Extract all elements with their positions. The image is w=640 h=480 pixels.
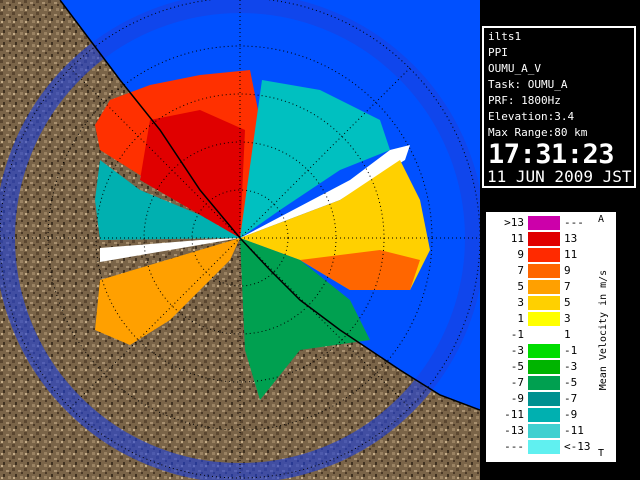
legend-color-swatch	[528, 360, 560, 374]
elevation-value: Elevation:3.4	[488, 110, 575, 123]
legend-color-swatch	[528, 392, 560, 406]
legend-upper-bound: -1	[564, 344, 578, 357]
legend-color-swatch	[528, 216, 560, 230]
legend-upper-bound: ---	[564, 216, 584, 229]
legend-upper-bound: -3	[564, 360, 578, 373]
legend-color-swatch	[528, 440, 560, 454]
legend-corner-bottom: T	[598, 448, 605, 459]
radar-ppi-display	[0, 0, 480, 480]
legend-upper-bound: 9	[564, 264, 571, 277]
legend-color-swatch	[528, 344, 560, 358]
legend-corner-top: A	[598, 214, 605, 225]
legend-lower-bound: -3	[510, 344, 524, 357]
legend-color-swatch	[528, 280, 560, 294]
legend-upper-bound: 7	[564, 280, 571, 293]
info-panel: ilts1 PPI OUMU_A_V Task: OUMU_A PRF: 180…	[480, 0, 640, 480]
legend-color-swatch	[528, 264, 560, 278]
prf-value: PRF: 1800Hz	[488, 94, 561, 107]
scan-info-box: ilts1 PPI OUMU_A_V Task: OUMU_A PRF: 180…	[482, 26, 636, 188]
legend-lower-bound: -7	[510, 376, 524, 389]
legend-lower-bound: 9	[517, 248, 524, 261]
legend-color-swatch	[528, 248, 560, 262]
legend-lower-bound: 11	[510, 232, 524, 245]
legend-upper-bound: 5	[564, 296, 571, 309]
legend-color-swatch	[528, 424, 560, 438]
scan-type: PPI	[488, 46, 508, 59]
scan-time: 17:31:23	[488, 139, 615, 170]
legend-lower-bound: -11	[504, 408, 524, 421]
legend-color-swatch	[528, 232, 560, 246]
legend-color-swatch	[528, 408, 560, 422]
velocity-legend: A >13 --- 11 13 9 11 7 9 5 7 3 5 1 3 -1 1 -3 -1 -5 -3 -7 -5 -9…	[484, 210, 618, 464]
legend-upper-bound: 1	[564, 328, 571, 341]
legend-lower-bound: 5	[517, 280, 524, 293]
legend-title-wrap: Mean Velocity in m/s	[594, 236, 614, 436]
legend-color-swatch	[528, 312, 560, 326]
product-name: OUMU_A_V	[488, 62, 541, 75]
legend-lower-bound: -9	[510, 392, 524, 405]
legend-color-swatch	[528, 376, 560, 390]
task-name: Task: OUMU_A	[488, 78, 568, 91]
legend-lower-bound: ---	[504, 440, 524, 453]
legend-upper-bound: <-13	[564, 440, 591, 453]
legend-upper-bound: 3	[564, 312, 571, 325]
site-name: ilts1	[488, 30, 522, 43]
legend-lower-bound: 3	[517, 296, 524, 309]
legend-lower-bound: >13	[504, 216, 524, 229]
legend-upper-bound: 11	[564, 248, 578, 261]
legend-lower-bound: -13	[504, 424, 524, 437]
legend-upper-bound: -11	[564, 424, 584, 437]
legend-lower-bound: -5	[510, 360, 524, 373]
scan-date: 11 JUN 2009 JST	[487, 167, 632, 186]
legend-lower-bound: -1	[510, 328, 524, 341]
legend-upper-bound: -9	[564, 408, 578, 421]
max-range-value: Max Range:80 km	[488, 126, 588, 139]
legend-color-swatch	[528, 328, 560, 342]
legend-color-swatch	[528, 296, 560, 310]
legend-upper-bound: 13	[564, 232, 578, 245]
legend-upper-bound: -7	[564, 392, 578, 405]
legend-lower-bound: 1	[517, 312, 524, 325]
legend-title: Mean Velocity in m/s	[598, 269, 609, 391]
legend-upper-bound: -5	[564, 376, 578, 389]
legend-lower-bound: 7	[517, 264, 524, 277]
